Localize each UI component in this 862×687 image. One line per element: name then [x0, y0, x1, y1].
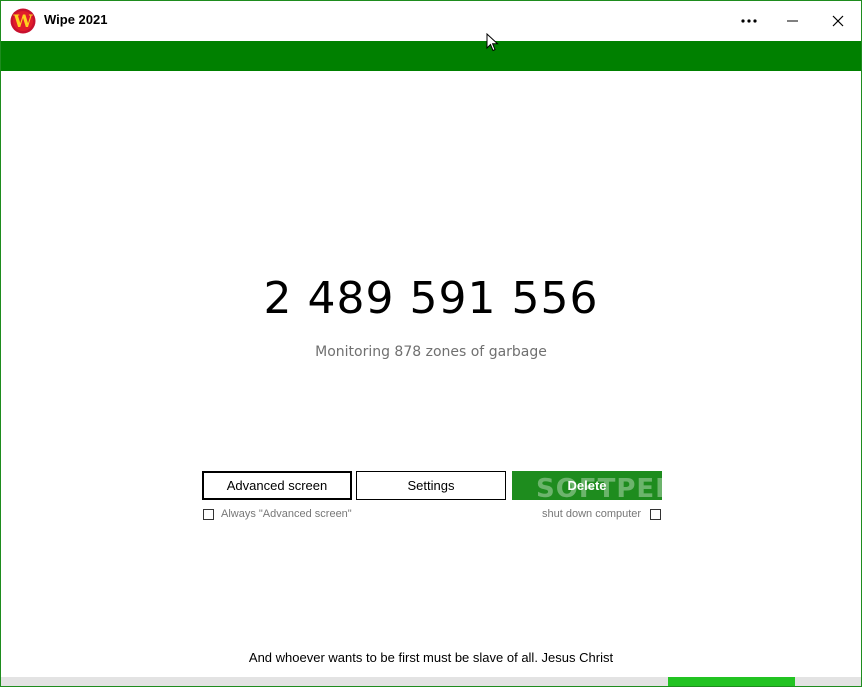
app-window: W Wipe 2021 2 489 591 556 Monitoring 878…	[0, 0, 862, 687]
always-advanced-checkbox[interactable]	[203, 509, 214, 520]
settings-button[interactable]: Settings	[356, 471, 506, 500]
delete-button[interactable]: Delete	[512, 471, 662, 500]
always-advanced-label: Always "Advanced screen"	[221, 508, 352, 520]
footer-quote: And whoever wants to be first must be sl…	[248, 650, 614, 665]
monitoring-status: Monitoring 878 zones of garbage	[315, 344, 547, 360]
close-button[interactable]	[815, 1, 861, 41]
shutdown-checkbox[interactable]	[650, 509, 661, 520]
garbage-counter: 2 489 591 556	[263, 273, 599, 324]
progress-fill	[667, 677, 795, 686]
more-options-button[interactable]	[726, 1, 772, 41]
advanced-screen-button[interactable]: Advanced screen	[202, 471, 352, 500]
window-title: Wipe 2021	[44, 12, 108, 27]
more-dots-icon	[741, 19, 757, 23]
minimize-button[interactable]	[769, 1, 815, 41]
progress-track	[1, 677, 861, 686]
wipe-logo-icon: W	[10, 8, 36, 34]
header-accent-bar	[1, 41, 861, 71]
shutdown-label: shut down computer	[542, 508, 642, 520]
minimize-icon	[786, 20, 798, 22]
title-bar[interactable]: W Wipe 2021	[1, 1, 861, 41]
close-icon	[832, 15, 844, 27]
svg-text:W: W	[12, 12, 33, 32]
